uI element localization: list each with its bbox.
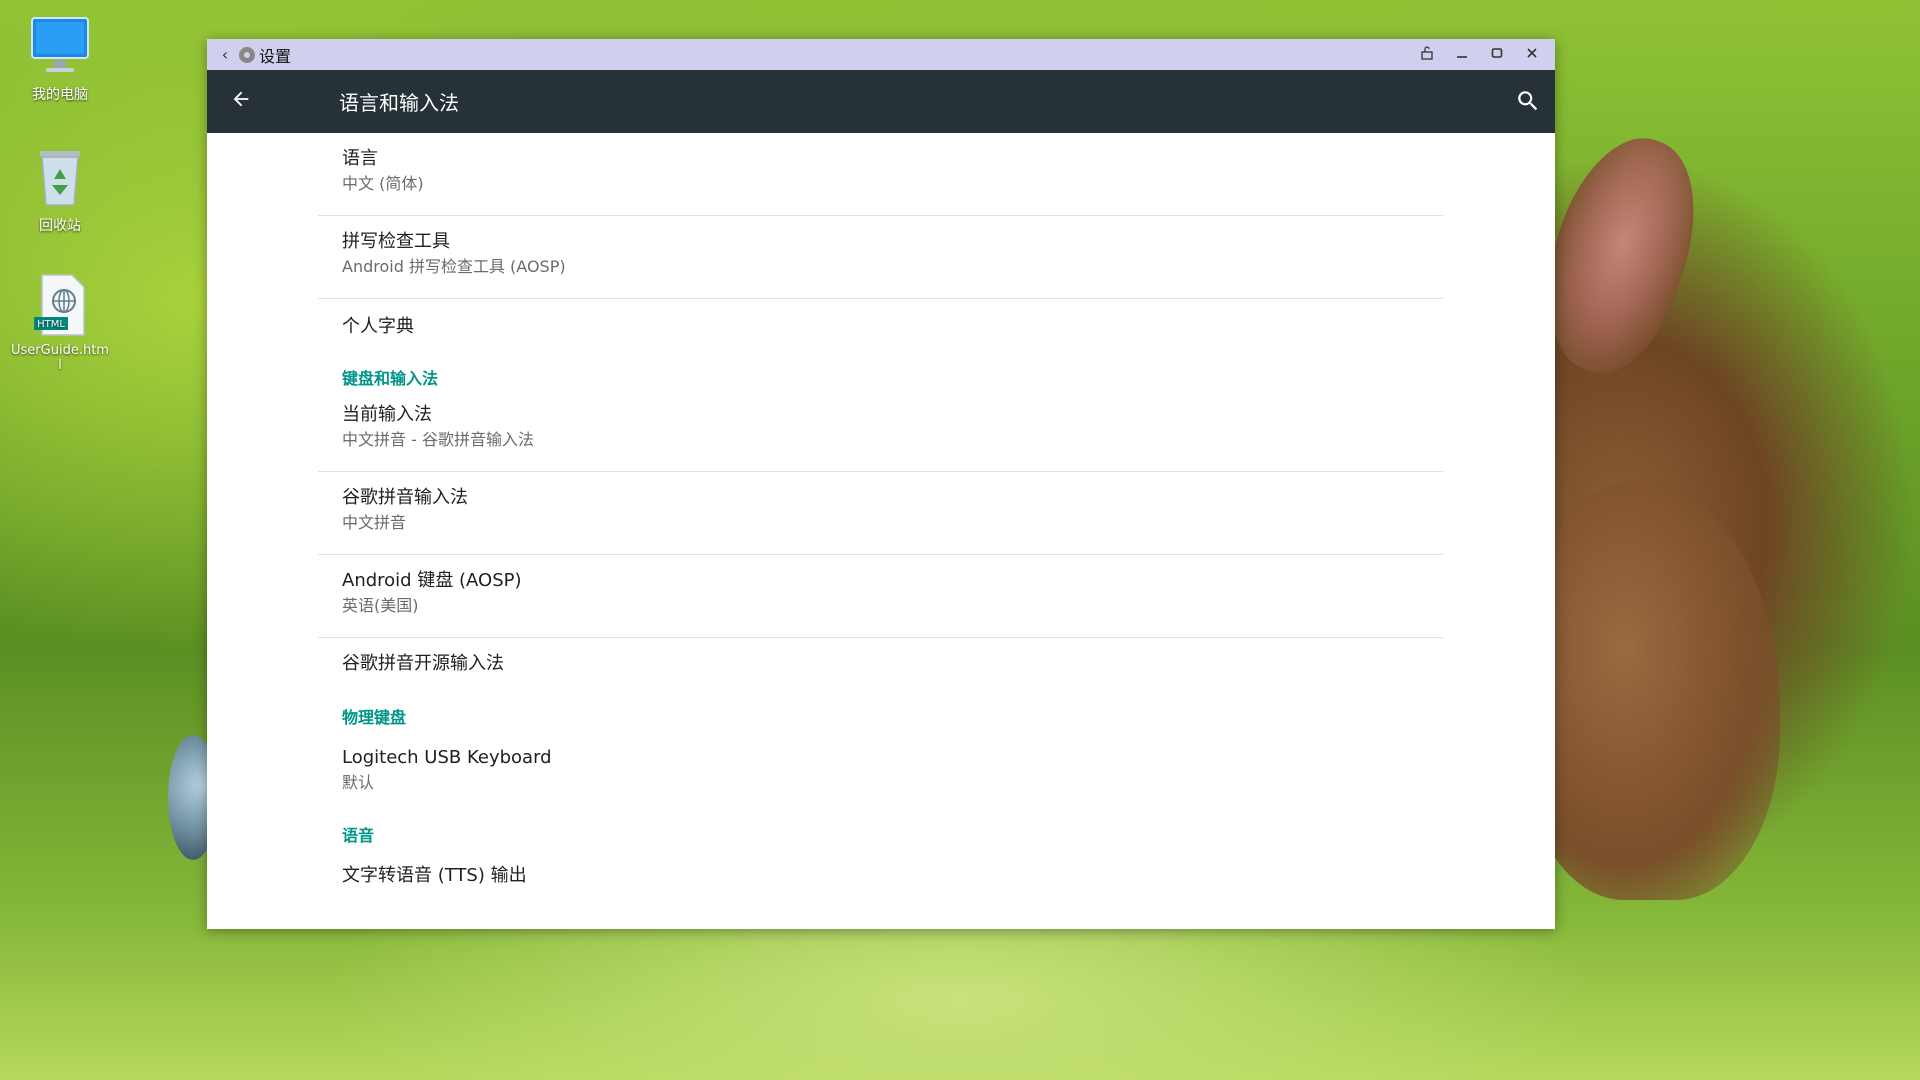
pref-tts-output[interactable]: 文字转语音 (TTS) 输出 xyxy=(318,856,1443,912)
pref-summary: 中文 (简体) xyxy=(342,174,424,193)
pref-title: 谷歌拼音输入法 xyxy=(342,487,468,508)
settings-content: 语言 中文 (简体) 拼写检查工具 Android 拼写检查工具 (AOSP) … xyxy=(207,133,1555,929)
desktop-icon-label: UserGuide.html xyxy=(11,343,109,373)
window-title: 设置 xyxy=(259,46,292,66)
pref-title: 语言 xyxy=(342,148,378,169)
html-badge: HTML xyxy=(37,319,65,330)
search-icon[interactable] xyxy=(1515,88,1541,114)
maximize-icon[interactable] xyxy=(1479,46,1514,64)
pref-summary: 英语(美国) xyxy=(342,596,419,615)
desktop-icon-label: 回收站 xyxy=(39,218,81,234)
wallpaper-bunny xyxy=(1520,480,1780,900)
html-file-icon: HTML xyxy=(28,273,92,337)
pref-summary: 中文拼音 xyxy=(342,513,407,532)
desktop-icon-recycle-bin[interactable]: 回收站 xyxy=(10,145,110,235)
pref-personal-dictionary[interactable]: 个人字典 xyxy=(318,299,1443,355)
desktop-icon-label: 我的电脑 xyxy=(32,87,88,103)
desktop-icon-userguide[interactable]: HTML UserGuide.html xyxy=(10,273,110,373)
pref-current-input-method[interactable]: 当前输入法 中文拼音 - 谷歌拼音输入法 xyxy=(318,399,1443,471)
category-physical-keyboard: 物理键盘 xyxy=(342,708,407,727)
recycle-bin-icon xyxy=(28,145,92,209)
titlebar-back-icon[interactable]: ‹ xyxy=(213,45,237,64)
pref-title: 拼写检查工具 xyxy=(342,231,450,252)
monitor-icon xyxy=(28,14,92,78)
pref-title: 文字转语音 (TTS) 输出 xyxy=(342,865,527,886)
window-titlebar[interactable]: ‹ 设置 xyxy=(207,39,1555,70)
pref-summary: 默认 xyxy=(342,773,375,792)
pref-logitech-keyboard[interactable]: Logitech USB Keyboard 默认 xyxy=(318,738,1443,820)
minimize-icon[interactable] xyxy=(1444,46,1479,64)
app-bar: 语言和输入法 xyxy=(207,70,1555,133)
category-speech: 语音 xyxy=(342,826,375,845)
pref-title: Android 键盘 (AOSP) xyxy=(342,570,522,591)
pref-title: 谷歌拼音开源输入法 xyxy=(342,653,504,674)
pref-android-keyboard[interactable]: Android 键盘 (AOSP) 英语(美国) xyxy=(318,555,1443,637)
page-title: 语言和输入法 xyxy=(339,91,459,115)
settings-window: ‹ 设置 语言和输入法 语言 中文 (简体) 拼写检查工具 Android 拼写… xyxy=(207,39,1555,929)
settings-list: 语言 中文 (简体) 拼写检查工具 Android 拼写检查工具 (AOSP) … xyxy=(318,133,1443,912)
pref-language[interactable]: 语言 中文 (简体) xyxy=(318,133,1443,215)
pref-title: 个人字典 xyxy=(342,316,414,337)
settings-gear-icon xyxy=(239,46,255,63)
pin-icon[interactable] xyxy=(1409,45,1444,64)
back-arrow-icon[interactable] xyxy=(209,88,273,116)
pref-google-pinyin-open-source[interactable]: 谷歌拼音开源输入法 xyxy=(318,638,1443,694)
pref-summary: 中文拼音 - 谷歌拼音输入法 xyxy=(342,430,534,449)
pref-spell-checker[interactable]: 拼写检查工具 Android 拼写检查工具 (AOSP) xyxy=(318,216,1443,298)
category-keyboard-input: 键盘和输入法 xyxy=(342,369,439,388)
desktop-icon-my-computer[interactable]: 我的电脑 xyxy=(10,14,110,104)
pref-google-pinyin[interactable]: 谷歌拼音输入法 中文拼音 xyxy=(318,472,1443,554)
pref-summary: Android 拼写检查工具 (AOSP) xyxy=(342,257,566,276)
pref-title: 当前输入法 xyxy=(342,404,432,425)
pref-title: Logitech USB Keyboard xyxy=(342,747,552,768)
close-icon[interactable] xyxy=(1514,46,1549,64)
